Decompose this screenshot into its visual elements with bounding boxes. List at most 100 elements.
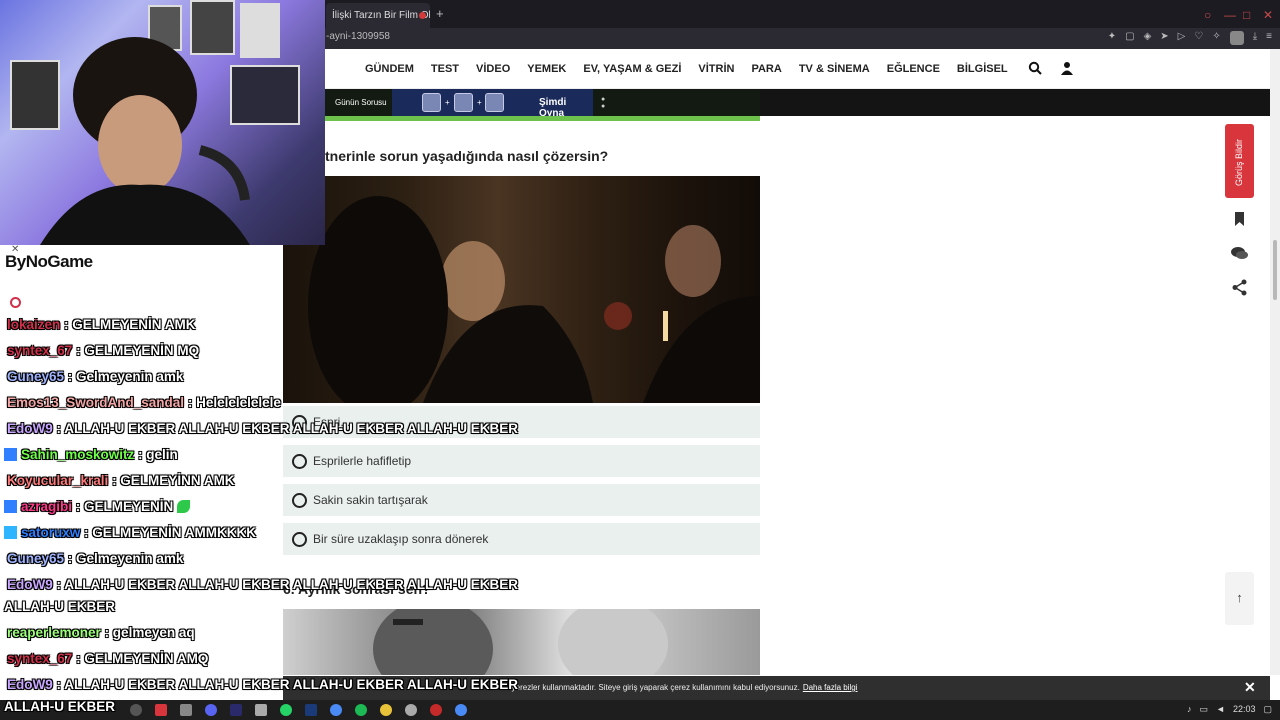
premiere-icon[interactable] bbox=[230, 704, 242, 716]
scroll-to-top-button[interactable]: ↑ bbox=[1225, 572, 1254, 625]
clock[interactable]: 22:03 bbox=[1233, 704, 1256, 715]
chat-username: azragibi bbox=[21, 499, 73, 514]
chat-username: lokaizen bbox=[7, 317, 61, 332]
download-icon[interactable]: ⤓ bbox=[1253, 31, 1257, 45]
nav-item-para[interactable]: PARA bbox=[751, 63, 781, 75]
bookmark-button[interactable] bbox=[1226, 205, 1253, 232]
nav-item-tv-sinema[interactable]: TV & SİNEMA bbox=[799, 63, 870, 75]
page-scrollbar[interactable] bbox=[1270, 49, 1280, 675]
chat-message: satoruxw : GELMEYENİN AMMKKKK bbox=[4, 525, 256, 540]
feedback-button[interactable]: Görüş Bildir bbox=[1225, 124, 1254, 198]
game-emoji-icon bbox=[422, 93, 441, 112]
whatsapp-icon[interactable] bbox=[280, 704, 292, 716]
screenshot-icon[interactable]: ▢ bbox=[1125, 31, 1134, 45]
sub-badge-icon bbox=[4, 500, 17, 513]
more-dots-icon[interactable]: ● ● bbox=[601, 96, 605, 110]
volume-icon[interactable]: ◄ bbox=[1216, 704, 1225, 715]
cube-badge-icon bbox=[4, 526, 17, 539]
chrome-icon[interactable] bbox=[380, 704, 392, 716]
address-bar-icons: ✦ ▢ ◈ ➤ ▷ ♡ ✧ ⤓ ≡ bbox=[1108, 31, 1272, 45]
scrollbar-thumb[interactable] bbox=[1273, 240, 1277, 300]
network-icon[interactable]: ▭ bbox=[1200, 704, 1209, 715]
answer-option[interactable]: Sakin sakin tartışarak bbox=[283, 484, 760, 516]
extensions-icon[interactable]: ✧ bbox=[1212, 31, 1220, 45]
answer-option[interactable]: Bir süre uzaklaşıp sonra dönerek bbox=[283, 523, 760, 555]
app-icon[interactable] bbox=[405, 704, 417, 716]
chat-message: EdoW9 : ALLAH-U EKBER ALLAH-U EKBER ALLA… bbox=[7, 577, 518, 592]
profile-avatar[interactable] bbox=[1229, 31, 1244, 45]
app-b-icon[interactable] bbox=[155, 704, 167, 716]
progress-accent-line bbox=[325, 116, 760, 121]
chat-message: Guney65 : Gelmeyenin amk bbox=[7, 369, 183, 384]
search-icon[interactable]: ○ bbox=[1204, 8, 1211, 22]
search-icon[interactable] bbox=[1028, 61, 1042, 75]
radio-button[interactable] bbox=[292, 493, 307, 508]
cookie-close-button[interactable]: ✕ bbox=[1244, 679, 1256, 696]
close-window-icon[interactable]: ✕ bbox=[1263, 8, 1273, 22]
next-question-image bbox=[283, 609, 760, 675]
nav-item-video[interactable]: VİDEO bbox=[476, 63, 510, 75]
nav-item-eglence[interactable]: EĞLENCE bbox=[887, 63, 940, 75]
mic-icon[interactable]: ♪ bbox=[1187, 704, 1192, 715]
discord-icon[interactable] bbox=[205, 704, 217, 716]
radio-button[interactable] bbox=[292, 532, 307, 547]
daily-game-banner[interactable]: Günün Sorusu + + Şimdi Oyna ● ● bbox=[325, 89, 760, 119]
tab-audio-icon[interactable] bbox=[419, 12, 426, 19]
opera-icon[interactable] bbox=[430, 704, 442, 716]
chat-username: syntex_67 bbox=[7, 343, 73, 358]
chrome-icon[interactable] bbox=[330, 704, 342, 716]
minimize-icon[interactable]: — bbox=[1224, 8, 1236, 22]
chat-username: EdoW9 bbox=[7, 677, 53, 692]
play-now-button[interactable]: Şimdi Oyna bbox=[530, 89, 593, 119]
player-icon[interactable]: ▷ bbox=[1178, 31, 1186, 45]
nav-item-vitrin[interactable]: VİTRİN bbox=[698, 63, 734, 75]
share-button[interactable] bbox=[1226, 274, 1253, 301]
emote-icon bbox=[177, 500, 191, 513]
screen: İlişki Tarzın Bir Film Olsa, + ○ — □ ✕ -… bbox=[0, 0, 1280, 720]
app-icon[interactable] bbox=[255, 704, 267, 716]
chat-username: Koyucular_krali bbox=[7, 473, 109, 488]
option-label: Bir süre uzaklaşıp sonra dönerek bbox=[313, 532, 489, 546]
heart-icon[interactable]: ♡ bbox=[1194, 31, 1203, 45]
chat-message: Emos13_SwordAnd_sandal : Helelelelelele bbox=[7, 395, 281, 410]
obs-icon[interactable] bbox=[130, 704, 142, 716]
maximize-icon[interactable]: □ bbox=[1243, 8, 1250, 22]
chrome-icon[interactable] bbox=[455, 704, 467, 716]
cookie-more-link[interactable]: Daha fazla bilgi bbox=[803, 683, 858, 692]
bw-photo-illustration bbox=[373, 609, 668, 675]
chat-text: : Gelmeyenin amk bbox=[67, 369, 184, 384]
send-icon[interactable]: ➤ bbox=[1160, 31, 1168, 45]
nav-item-bilgisel[interactable]: BİLGİSEL bbox=[957, 63, 1008, 75]
nav-item-test[interactable]: TEST bbox=[431, 63, 459, 75]
chat-text: : gelmeyen aq bbox=[104, 625, 195, 640]
app-icon[interactable] bbox=[180, 704, 192, 716]
option-label: Esprilerle hafifletip bbox=[313, 454, 412, 468]
nav-item-ev-yasam-gezi[interactable]: EV, YAŞAM & GEZİ bbox=[583, 63, 681, 75]
sub-badge-icon bbox=[4, 448, 17, 461]
nav-item-yemek[interactable]: YEMEK bbox=[527, 63, 566, 75]
nav-item-gundem[interactable]: GÜNDEM bbox=[365, 63, 414, 75]
new-tab-button[interactable]: + bbox=[436, 6, 444, 21]
notifications-icon[interactable]: ▢ bbox=[1263, 704, 1272, 715]
radio-button[interactable] bbox=[292, 454, 307, 469]
url-text[interactable]: -ayni-1309958 bbox=[326, 31, 390, 42]
question-title: tnerinle sorun yaşadığında nasıl çözersi… bbox=[325, 148, 609, 164]
film-still-illustration bbox=[308, 196, 760, 403]
pin-icon[interactable]: ✦ bbox=[1108, 31, 1116, 45]
photoshop-icon[interactable] bbox=[305, 704, 317, 716]
spotify-icon[interactable] bbox=[355, 704, 367, 716]
chat-text: : GELMEYENİN AMQ bbox=[76, 651, 209, 666]
chat-message: lokaizen : GELMEYENİN AMK bbox=[7, 317, 196, 332]
shield-icon[interactable]: ◈ bbox=[1144, 31, 1152, 45]
browser-tab[interactable]: İlişki Tarzın Bir Film Olsa, bbox=[326, 3, 430, 28]
chat-username: Guney65 bbox=[7, 369, 65, 384]
system-tray: ♪ ▭ ◄ 22:03 ▢ bbox=[1187, 704, 1272, 715]
os-taskbar: ♪ ▭ ◄ 22:03 ▢ bbox=[0, 700, 1280, 720]
daily-question-label: Günün Sorusu bbox=[335, 98, 387, 107]
user-icon[interactable] bbox=[1060, 61, 1074, 75]
answer-option[interactable]: Esprilerle hafifletip bbox=[283, 445, 760, 477]
comments-button[interactable] bbox=[1226, 240, 1253, 267]
chat-text: ALLAH-U EKBER bbox=[4, 599, 115, 614]
chat-text: : GELMEYENİN AMK bbox=[64, 317, 196, 332]
menu-icon[interactable]: ≡ bbox=[1266, 31, 1272, 45]
